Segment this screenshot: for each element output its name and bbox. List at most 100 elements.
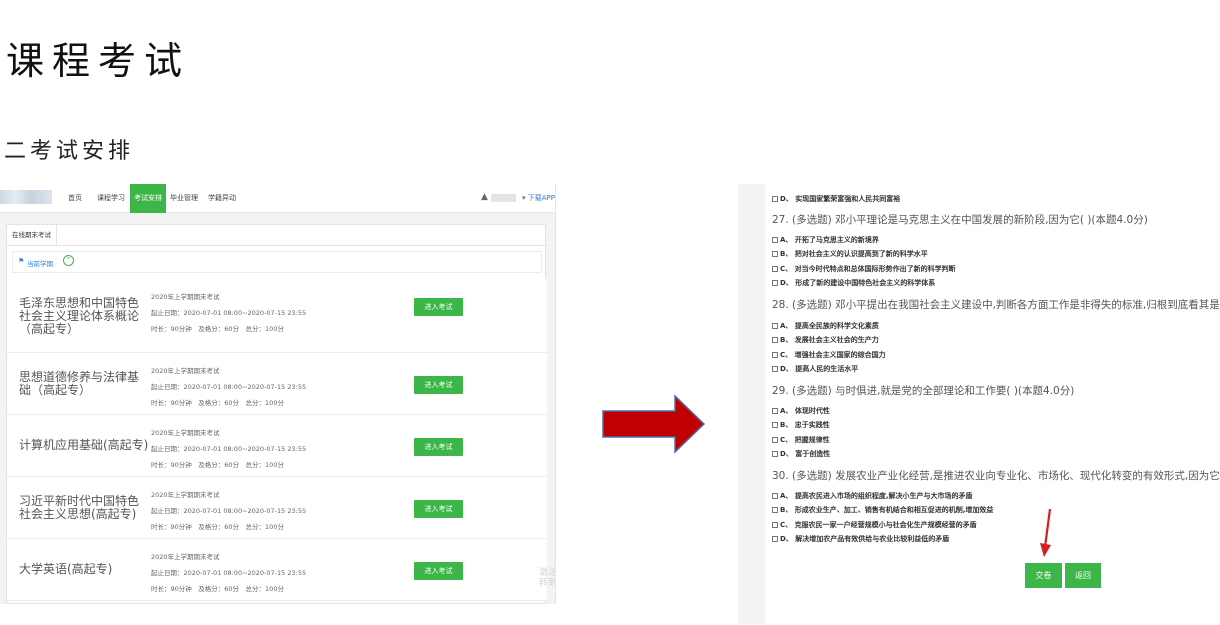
enter-exam-button[interactable]: 进入考试 — [414, 562, 463, 580]
answer-option[interactable]: D、 提高人民的生活水平 — [772, 364, 858, 374]
checkbox-icon[interactable] — [772, 437, 778, 443]
option-text: B、 忠于实践性 — [780, 421, 830, 429]
course-score: 时长：90分钟 及格分：60分 总分：100分 — [151, 325, 284, 333]
option-text: B、 发展社会主义社会的生产力 — [780, 336, 879, 344]
user-name[interactable] — [491, 194, 516, 202]
course-term: 2020年上学期期末考试 — [151, 293, 220, 301]
checkbox-icon[interactable] — [772, 251, 778, 257]
answer-option[interactable]: B、 形成农业生产、加工、销售有机结合和相互促进的机制,增加效益 — [772, 505, 993, 515]
nav-item-home[interactable]: 首页 — [60, 184, 90, 213]
course-name: 毛泽东思想和中国特色社会主义理论体系概论（高起专） — [19, 296, 140, 336]
answer-option[interactable]: C、 克服农民一家一户经营规模小与社会化生产规模经营的矛盾 — [772, 520, 977, 530]
nav-item-status-change[interactable]: 学籍异动 — [204, 184, 240, 213]
option-text: D、 富于创造性 — [780, 450, 831, 458]
course-row: 大学英语(高起专) 2020年上学期期末考试 起止日期：2020-07-01 0… — [7, 539, 547, 601]
course-term: 2020年上学期期末考试 — [151, 367, 220, 375]
option-text: B、 形成农业生产、加工、销售有机结合和相互促进的机制,增加效益 — [780, 506, 994, 514]
question-title: 28. (多选题) 邓小平提出在我国社会主义建设中,判断各方面工作是非得失的标准… — [772, 299, 1220, 311]
submit-exam-button[interactable]: 交卷 — [1025, 563, 1062, 588]
enter-exam-button[interactable]: 进入考试 — [414, 438, 463, 456]
checkbox-icon[interactable] — [772, 507, 778, 513]
term-filter: ⚑ 当前学期 ⌃ — [12, 251, 542, 273]
checkbox-icon[interactable] — [772, 408, 778, 414]
checkbox-icon[interactable] — [772, 266, 778, 272]
tab-divider — [7, 245, 547, 246]
option-text: D、 形成了新的建设中国特色社会主义的科学体系 — [780, 279, 936, 287]
answer-option[interactable]: C、 对当今时代特点和总体国际形势作出了新的科学判断 — [772, 264, 956, 274]
course-row: 计算机应用基础(高起专) 2020年上学期期末考试 起止日期：2020-07-0… — [7, 415, 547, 477]
site-logo — [0, 190, 52, 204]
checkbox-icon[interactable] — [772, 536, 778, 542]
checkbox-icon[interactable] — [772, 337, 778, 343]
flag-icon: ⚑ — [18, 257, 25, 265]
course-date: 起止日期：2020-07-01 08:00~2020-07-15 23:55 — [151, 309, 307, 317]
nav-item-graduation[interactable]: 毕业管理 — [166, 184, 202, 213]
course-score: 时长：90分钟 及格分：60分 总分：100分 — [151, 523, 284, 531]
answer-option[interactable]: A、 提高农民进入市场的组织程度,解决小生产与大市场的矛盾 — [772, 491, 973, 501]
pointer-arrow-icon — [1040, 509, 1052, 557]
answer-option[interactable]: A、 提高全民族的科学文化素质 — [772, 321, 879, 331]
checkbox-icon[interactable] — [772, 522, 778, 528]
answer-option[interactable]: C、 增强社会主义国家的综合国力 — [772, 350, 886, 360]
answer-option[interactable]: B、 忠于实践性 — [772, 420, 830, 430]
checkbox-icon[interactable] — [772, 422, 778, 428]
enter-exam-button[interactable]: 进入考试 — [414, 298, 463, 316]
option-text: B、 把对社会主义的认识提高到了新的科学水平 — [780, 250, 928, 258]
option-text: D、 解决增加农产品有效供给与农业比较利益低的矛盾 — [780, 535, 950, 543]
checkbox-icon[interactable] — [772, 237, 778, 243]
option-text: C、 增强社会主义国家的综合国力 — [780, 351, 886, 359]
course-term: 2020年上学期期末考试 — [151, 553, 220, 561]
checkbox-icon[interactable] — [772, 352, 778, 358]
answer-option[interactable]: B、 发展社会主义社会的生产力 — [772, 335, 879, 345]
answer-option[interactable]: D、 富于创造性 — [772, 449, 830, 459]
course-date: 起止日期：2020-07-01 08:00~2020-07-15 23:55 — [151, 445, 307, 453]
checkbox-icon[interactable] — [772, 451, 778, 457]
course-term: 2020年上学期期末考试 — [151, 429, 220, 437]
checkbox-icon[interactable] — [772, 196, 778, 202]
answer-option[interactable]: A、 开拓了马克思主义的新境界 — [772, 235, 879, 245]
exam-paper: D、 实现国家繁荣富强和人民共同富裕 27. (多选题) 邓小平理论是马克思主义… — [765, 184, 1220, 624]
right-arrow-icon — [602, 394, 706, 454]
answer-option[interactable]: C、 把握规律性 — [772, 435, 830, 445]
option-text: C、 对当今时代特点和总体国际形势作出了新的科学判断 — [780, 265, 956, 273]
course-name: 思想道德修养与法律基础（高起专） — [19, 370, 140, 397]
option-text: A、 体现时代性 — [780, 407, 830, 415]
question-title: 30. (多选题) 发展农业产业化经营,是推进农业向专业化、市场化、现代化转变的… — [772, 470, 1220, 482]
arrow-shape — [602, 394, 706, 454]
course-row: 思想道德修养与法律基础（高起专） 2020年上学期期末考试 起止日期：2020-… — [7, 353, 547, 415]
back-button[interactable]: 返回 — [1065, 563, 1101, 588]
answer-option[interactable]: D、 解决增加农产品有效供给与农业比较利益低的矛盾 — [772, 534, 949, 544]
checkbox-icon[interactable] — [772, 280, 778, 286]
option-text: A、 开拓了马克思主义的新境界 — [780, 236, 879, 244]
checkbox-icon[interactable] — [772, 366, 778, 372]
checkbox-icon[interactable] — [772, 323, 778, 329]
enter-exam-button[interactable]: 进入考试 — [414, 500, 463, 518]
current-term-label[interactable]: 当前学期 — [27, 258, 53, 268]
document-title: 课程考试 — [6, 39, 191, 83]
option-text: C、 克服农民一家一户经营规模小与社会化生产规模经营的矛盾 — [780, 521, 977, 529]
checkbox-icon[interactable] — [772, 493, 778, 499]
pointer-shaft — [1043, 509, 1052, 548]
course-name: 计算机应用基础(高起专) — [19, 438, 149, 452]
course-score: 时长：90分钟 及格分：60分 总分：100分 — [151, 585, 284, 593]
chevron-up-circle-icon[interactable]: ⌃ — [63, 255, 74, 266]
enter-exam-button[interactable]: 进入考试 — [414, 376, 463, 394]
option-text: A、 提高农民进入市场的组织程度,解决小生产与大市场的矛盾 — [780, 492, 973, 500]
answer-option[interactable]: D、 形成了新的建设中国特色社会主义的科学体系 — [772, 278, 935, 288]
course-score: 时长：90分钟 及格分：60分 总分：100分 — [151, 399, 284, 407]
course-name: 大学英语(高起专) — [19, 562, 113, 576]
section-heading: 二考试安排 — [4, 139, 135, 164]
course-name: 习近平新时代中国特色社会主义思想(高起专) — [19, 494, 140, 521]
answer-option[interactable]: B、 把对社会主义的认识提高到了新的科学水平 — [772, 249, 928, 259]
option-text: C、 把握规律性 — [780, 436, 830, 444]
answer-option[interactable]: D、 实现国家繁荣富强和人民共同富裕 — [772, 194, 900, 204]
download-app-link[interactable]: ▾ 下载APP — [522, 184, 555, 213]
nav-item-course-study[interactable]: 课程学习 — [93, 184, 129, 213]
option-text: A、 提高全民族的科学文化素质 — [780, 322, 879, 330]
user-icon[interactable]: ▲ — [481, 192, 488, 202]
course-row: 习近平新时代中国特色社会主义思想(高起专) 2020年上学期期末考试 起止日期：… — [7, 477, 547, 539]
exam-panel: 在线期末考试 ⚑ 当前学期 ⌃ 毛泽东思想和中国特色社会主义理论体系概论（高起专… — [6, 224, 547, 604]
nav-item-exam-schedule[interactable]: 考试安排 — [130, 184, 166, 213]
tab-online-final-exam[interactable]: 在线期末考试 — [7, 225, 57, 245]
answer-option[interactable]: A、 体现时代性 — [772, 406, 830, 416]
